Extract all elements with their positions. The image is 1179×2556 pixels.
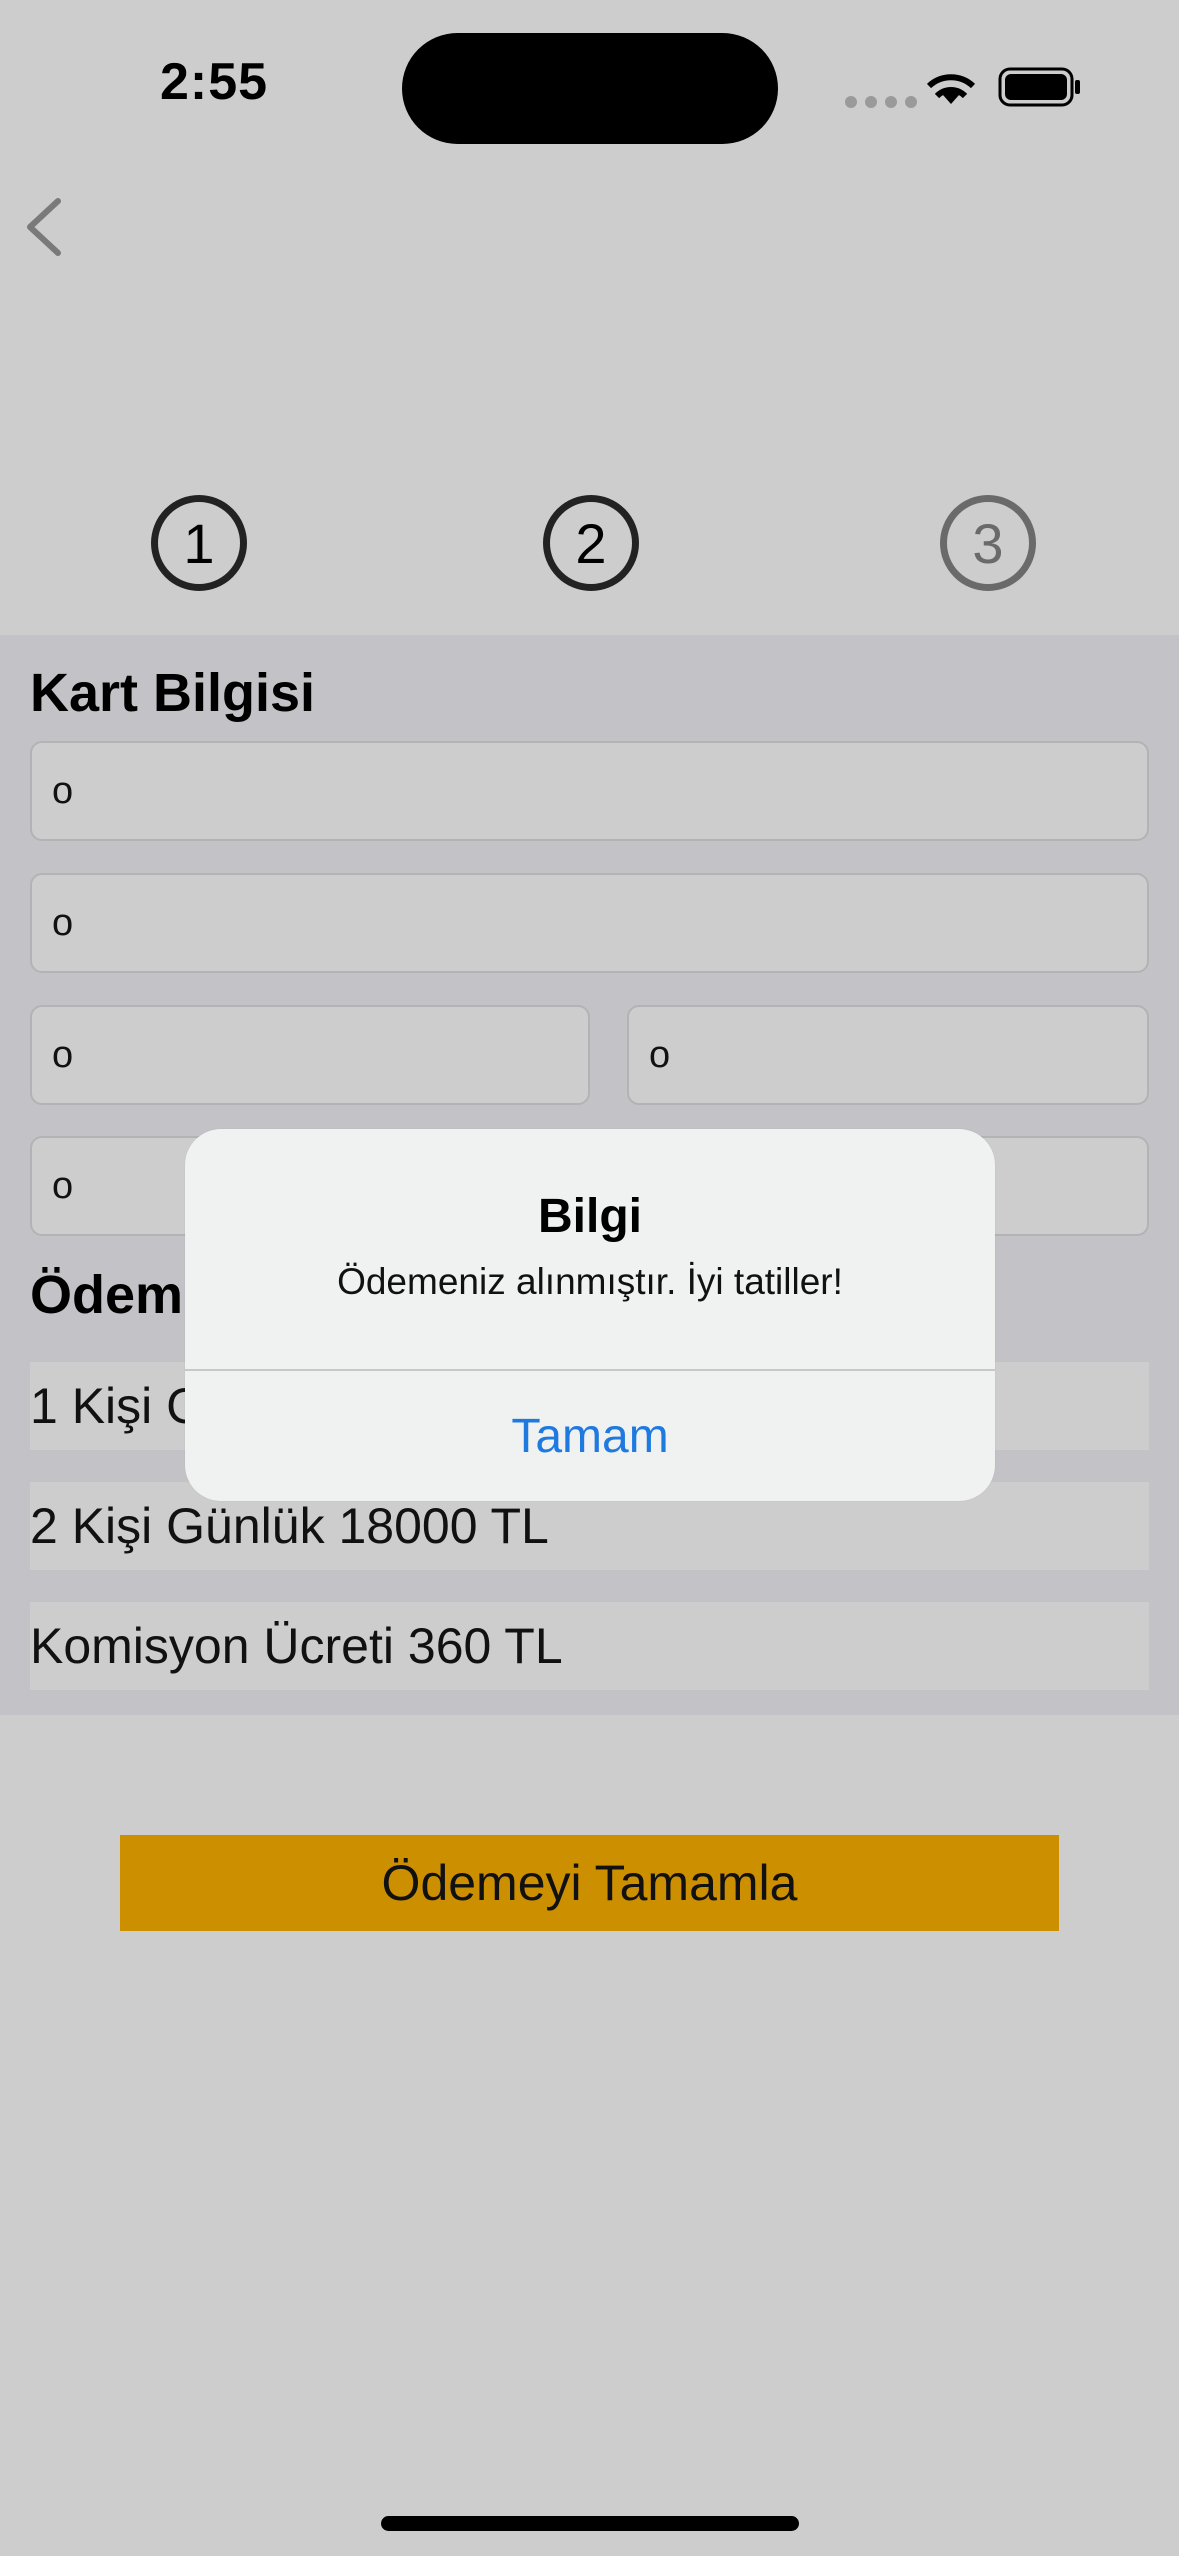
chevron-left-icon[interactable] xyxy=(18,195,68,264)
alert-message: Ödemeniz alınmıştır. İyi tatiller! xyxy=(337,1261,843,1302)
card-field-1[interactable]: o xyxy=(30,741,1149,841)
home-indicator xyxy=(381,2516,799,2531)
alert-ok-button[interactable]: Tamam xyxy=(185,1371,995,1501)
wifi-icon xyxy=(925,66,977,111)
step-2: 2 xyxy=(543,495,639,591)
step-1: 1 xyxy=(151,495,247,591)
card-section-title: Kart Bilgisi xyxy=(30,663,316,723)
price-row: Komisyon Ücreti 360 TL xyxy=(30,1602,1149,1690)
status-time: 2:55 xyxy=(160,53,269,111)
complete-payment-button[interactable]: Ödemeyi Tamamla xyxy=(120,1835,1059,1931)
battery-icon xyxy=(998,66,1082,113)
signal-icon xyxy=(845,96,917,108)
card-field-3[interactable]: o xyxy=(30,1005,590,1105)
alert-dialog: Bilgi Ödemeniz alınmıştır. İyi tatiller!… xyxy=(185,1129,995,1501)
dynamic-island xyxy=(402,33,778,144)
card-field-4[interactable]: o xyxy=(627,1005,1149,1105)
card-field-2[interactable]: o xyxy=(30,873,1149,973)
step-3: 3 xyxy=(940,495,1036,591)
alert-title: Bilgi xyxy=(538,1190,642,1243)
